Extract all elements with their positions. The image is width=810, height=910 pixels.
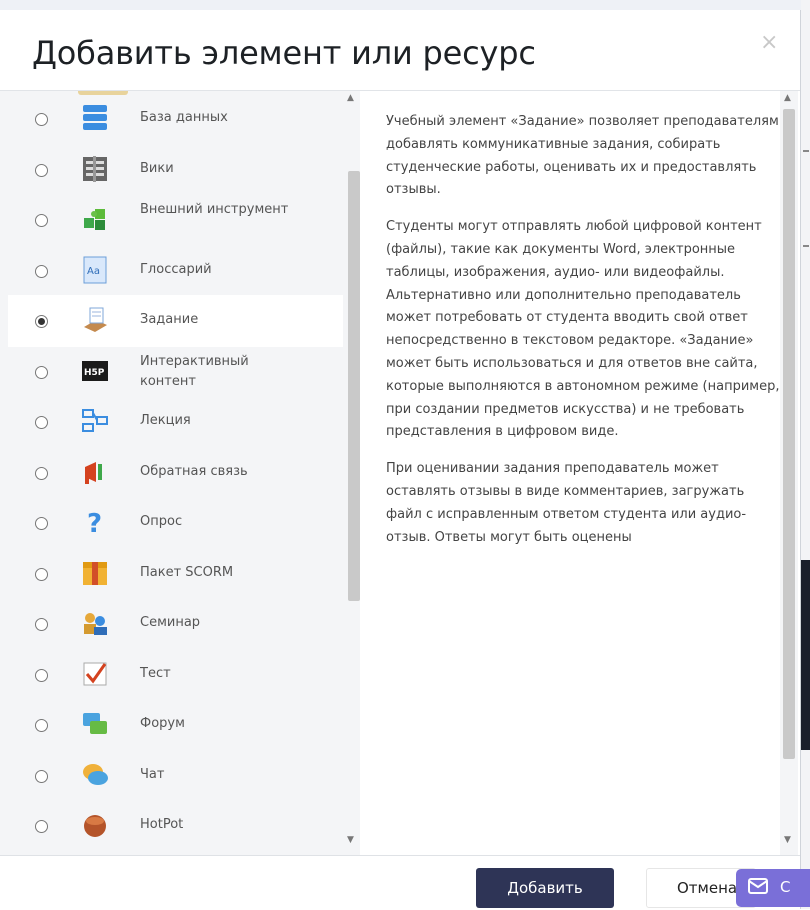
wiki-icon bbox=[83, 155, 107, 182]
activity-radio[interactable] bbox=[35, 315, 48, 328]
activity-description-panel: Учебный элемент «Задание» позволяет преп… bbox=[360, 91, 800, 855]
scroll-up-icon[interactable]: ▲ bbox=[347, 93, 354, 103]
scroll-thumb[interactable] bbox=[783, 109, 795, 759]
activity-option-label: Пакет SCORM bbox=[140, 564, 234, 580]
mail-icon bbox=[748, 878, 768, 894]
glossary-icon: Aa bbox=[83, 256, 107, 283]
activity-option-label: Внешний инструмент bbox=[140, 202, 289, 217]
activity-list: База данных Вики Внешний инструмент Aa Глосс… bbox=[8, 91, 360, 855]
activity-option-label: Семинар bbox=[140, 615, 201, 630]
dialog-header: Добавить элемент или ресурс × bbox=[0, 10, 800, 91]
activity-option-label: База данных bbox=[140, 110, 228, 125]
chat-icon bbox=[83, 763, 108, 785]
radio-selected-dot bbox=[38, 318, 45, 325]
add-button[interactable]: Добавить bbox=[476, 868, 614, 908]
feedback-label: С bbox=[780, 878, 791, 896]
add-activity-dialog: Добавить элемент или ресурс × База данны… bbox=[0, 10, 801, 910]
activity-option[interactable]: Тест bbox=[8, 649, 343, 701]
quiz-icon bbox=[83, 662, 107, 685]
dialog-title: Добавить элемент или ресурс bbox=[32, 34, 536, 72]
background-mark bbox=[803, 150, 809, 152]
puzzle-icon bbox=[84, 209, 105, 230]
svg-text:H5P: H5P bbox=[84, 368, 105, 378]
activity-option[interactable]: Aa Глоссарий bbox=[8, 245, 343, 297]
activity-radio[interactable] bbox=[35, 618, 48, 631]
activity-radio[interactable] bbox=[35, 264, 48, 278]
activity-radio[interactable] bbox=[35, 769, 48, 783]
scroll-down-icon[interactable]: ▼ bbox=[784, 835, 791, 845]
hotpot-icon bbox=[84, 815, 106, 837]
activity-option[interactable]: Пакет SCORM bbox=[8, 548, 343, 600]
description-text: Учебный элемент «Задание» позволяет преп… bbox=[386, 111, 781, 563]
activity-option-label: HotPot bbox=[140, 817, 184, 832]
activity-option-label: Задание bbox=[140, 312, 199, 327]
description-paragraph: При оценивании задания преподаватель мож… bbox=[386, 461, 747, 545]
activity-option-label: Тест bbox=[140, 665, 171, 681]
description-paragraph: Студенты могут отправлять любой цифровой… bbox=[386, 219, 780, 440]
activity-option[interactable]: Семинар bbox=[8, 598, 343, 650]
activity-radio[interactable] bbox=[35, 214, 48, 227]
activity-radio[interactable] bbox=[35, 517, 48, 530]
scorm-package-icon bbox=[83, 561, 107, 585]
activity-option-label: Обратная связь bbox=[140, 463, 248, 479]
svg-text:Aa: Aa bbox=[87, 266, 100, 277]
activity-option[interactable]: Внешний инструмент bbox=[8, 194, 343, 246]
activity-option[interactable]: ? Опрос bbox=[8, 497, 343, 549]
background-mark bbox=[803, 245, 809, 247]
description-scrollbar[interactable]: ▲ ▼ bbox=[780, 91, 798, 855]
lesson-icon bbox=[82, 409, 108, 432]
scroll-thumb[interactable] bbox=[348, 171, 360, 601]
background-dark-panel bbox=[801, 560, 810, 750]
activity-option[interactable]: HotPot bbox=[8, 800, 343, 852]
activity-option-label: Интерактивный контент bbox=[140, 353, 249, 389]
activity-option-label: Чат bbox=[140, 766, 165, 782]
forum-icon bbox=[83, 713, 107, 734]
question-icon: ? bbox=[87, 509, 102, 537]
activity-option-label: Опрос bbox=[140, 514, 183, 529]
dialog-body: База данных Вики Внешний инструмент Aa Глосс… bbox=[0, 91, 800, 855]
megaphone-icon bbox=[85, 461, 102, 484]
activity-list-scrollbar[interactable]: ▲ ▼ bbox=[343, 91, 360, 855]
description-paragraph: Учебный элемент «Задание» позволяет преп… bbox=[386, 114, 779, 198]
activity-option[interactable]: База данных bbox=[8, 93, 343, 145]
activity-radio[interactable] bbox=[35, 668, 48, 682]
feedback-tab[interactable]: С bbox=[736, 869, 810, 907]
activity-option[interactable]: Вики bbox=[8, 144, 343, 196]
svg-text:?: ? bbox=[87, 509, 102, 537]
scroll-down-icon[interactable]: ▼ bbox=[347, 835, 354, 845]
activity-option[interactable]: Форум bbox=[8, 699, 343, 751]
activity-option-label: Глоссарий bbox=[140, 261, 212, 277]
background-page-edge bbox=[801, 0, 810, 909]
scroll-up-icon[interactable]: ▲ bbox=[784, 93, 791, 103]
activity-radio[interactable] bbox=[35, 365, 48, 379]
page-top-strip bbox=[0, 0, 810, 10]
workshop-icon bbox=[84, 613, 107, 635]
activity-radio[interactable] bbox=[35, 567, 48, 581]
activity-option-label: Вики bbox=[140, 160, 174, 176]
assignment-icon bbox=[84, 307, 107, 332]
activity-option-label: Форум bbox=[140, 716, 185, 731]
dialog-footer: Добавить Отмена bbox=[0, 855, 800, 910]
activity-option-label: Лекция bbox=[140, 413, 191, 428]
activity-radio[interactable] bbox=[35, 163, 48, 177]
close-icon[interactable]: × bbox=[760, 30, 778, 55]
activity-option[interactable]: H5P Интерактивный контент bbox=[8, 346, 343, 398]
database-icon bbox=[83, 105, 107, 130]
activity-radio[interactable] bbox=[35, 820, 48, 833]
activity-option[interactable]: Чат bbox=[8, 750, 343, 802]
activity-radio[interactable] bbox=[35, 416, 48, 429]
activity-radio[interactable] bbox=[35, 466, 48, 480]
activity-option[interactable]: Лекция bbox=[8, 396, 343, 448]
activity-radio[interactable] bbox=[35, 719, 48, 732]
activity-option[interactable]: Задание bbox=[8, 295, 343, 347]
h5p-icon: H5P bbox=[82, 360, 108, 381]
activity-option[interactable]: Обратная связь bbox=[8, 447, 343, 499]
activity-radio[interactable] bbox=[35, 113, 48, 126]
